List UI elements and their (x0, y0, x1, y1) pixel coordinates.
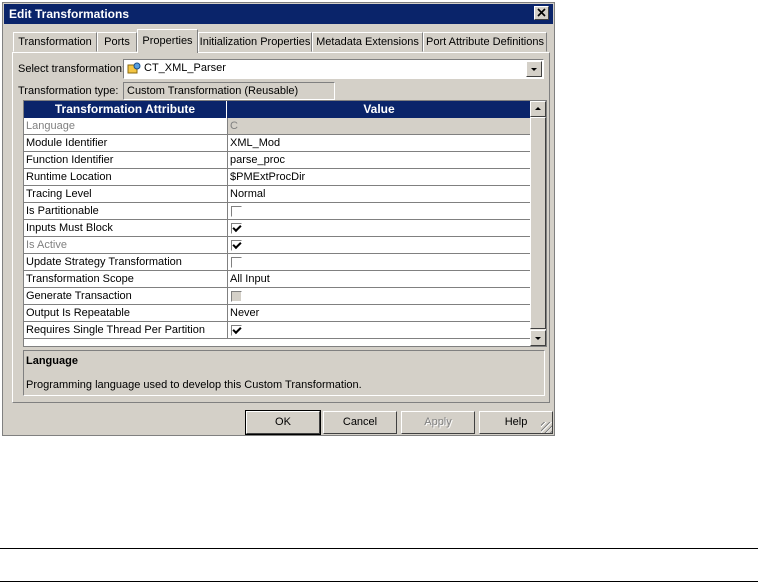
attribute-name: Output Is Repeatable (26, 307, 130, 319)
description-text: Programming language used to develop thi… (26, 379, 362, 391)
attribute-name: Function Identifier (26, 154, 114, 166)
requires-single-thread-checkbox[interactable] (231, 325, 242, 336)
scroll-thumb[interactable] (530, 117, 546, 329)
close-button[interactable] (534, 6, 549, 20)
table-row[interactable]: Generate Transaction (24, 288, 531, 305)
vertical-scrollbar[interactable] (530, 101, 546, 346)
ok-button[interactable]: OK (245, 410, 321, 435)
attribute-value-cell (227, 220, 531, 236)
tab-properties[interactable]: Properties (137, 29, 198, 53)
resize-grip-icon[interactable] (541, 422, 552, 433)
inputs-must-block-checkbox[interactable] (231, 223, 242, 234)
attribute-value[interactable]: $PMExtProcDir (227, 169, 531, 185)
table-row[interactable]: Language C (24, 118, 531, 135)
is-active-checkbox (231, 240, 242, 251)
table-row[interactable]: Runtime Location $PMExtProcDir (24, 169, 531, 186)
tab-initialization-properties[interactable]: Initialization Properties (198, 32, 312, 52)
table-row[interactable]: Update Strategy Transformation (24, 254, 531, 271)
attribute-name: Is Partitionable (26, 205, 99, 217)
description-title: Language (26, 355, 78, 367)
attribute-value[interactable]: All Input (227, 271, 531, 287)
table-row[interactable]: Transformation Scope All Input (24, 271, 531, 288)
is-partitionable-checkbox[interactable] (231, 206, 242, 217)
attribute-name: Requires Single Thread Per Partition (26, 324, 205, 336)
tab-metadata-extensions[interactable]: Metadata Extensions (312, 32, 423, 52)
attribute-name: Tracing Level (26, 188, 92, 200)
attribute-name: Runtime Location (26, 171, 112, 183)
attribute-value[interactable]: Normal (227, 186, 531, 202)
tab-transformation[interactable]: Transformation (13, 32, 97, 52)
attribute-value[interactable]: XML_Mod (227, 135, 531, 151)
attribute-value-cell (227, 254, 531, 270)
attribute-name: Update Strategy Transformation (26, 256, 182, 268)
tab-port-attribute-definitions[interactable]: Port Attribute Definitions (423, 32, 547, 52)
attribute-name: Inputs Must Block (26, 222, 113, 234)
attribute-value[interactable]: Never (227, 305, 531, 321)
attribute-name: Language (26, 120, 75, 132)
tab-ports[interactable]: Ports (97, 32, 137, 52)
window-title: Edit Transformations (9, 7, 130, 21)
table-row[interactable]: Function Identifier parse_proc (24, 152, 531, 169)
dropdown-button[interactable] (526, 61, 542, 77)
attribute-value[interactable]: parse_proc (227, 152, 531, 168)
table-row[interactable]: Requires Single Thread Per Partition (24, 322, 531, 339)
generate-transaction-checkbox (231, 291, 242, 302)
table-row[interactable]: Is Partitionable (24, 203, 531, 220)
transformation-type-label: Transformation type: (18, 85, 119, 97)
attribute-value-cell (227, 288, 531, 304)
transformation-icon (127, 62, 141, 74)
properties-grid: Transformation Attribute Value Language … (23, 100, 547, 347)
transformation-type-field: Custom Transformation (Reusable) (123, 82, 335, 100)
table-row[interactable]: Inputs Must Block (24, 220, 531, 237)
column-header-attribute[interactable]: Transformation Attribute (24, 101, 227, 118)
attribute-name: Generate Transaction (26, 290, 132, 302)
divider-line (0, 581, 758, 582)
scroll-down-button[interactable] (530, 330, 546, 346)
attribute-name: Transformation Scope (26, 273, 134, 285)
table-row[interactable]: Output Is Repeatable Never (24, 305, 531, 322)
select-transformation-value: CT_XML_Parser (144, 62, 226, 74)
select-transformation-combobox[interactable]: CT_XML_Parser (123, 59, 544, 79)
attribute-value-cell (227, 237, 531, 253)
select-transformation-label: Select transformation: (18, 63, 125, 75)
table-row[interactable]: Module Identifier XML_Mod (24, 135, 531, 152)
scroll-up-button[interactable] (530, 101, 546, 117)
attribute-value[interactable]: C (227, 118, 531, 134)
title-bar[interactable]: Edit Transformations (4, 4, 553, 24)
attribute-value-cell (227, 322, 531, 338)
column-header-value[interactable]: Value (227, 101, 531, 118)
attribute-name: Module Identifier (26, 137, 108, 149)
table-row[interactable]: Tracing Level Normal (24, 186, 531, 203)
update-strategy-checkbox[interactable] (231, 257, 242, 268)
edit-transformations-dialog: Edit Transformations Transformation Port… (2, 2, 555, 436)
divider-line (0, 548, 758, 549)
description-box: Language Programming language used to de… (23, 350, 545, 396)
apply-button: Apply (401, 411, 475, 434)
close-icon (537, 8, 546, 17)
attribute-name: Is Active (26, 239, 67, 251)
table-row[interactable]: Is Active (24, 237, 531, 254)
cancel-button[interactable]: Cancel (323, 411, 397, 434)
attribute-value-cell (227, 203, 531, 219)
